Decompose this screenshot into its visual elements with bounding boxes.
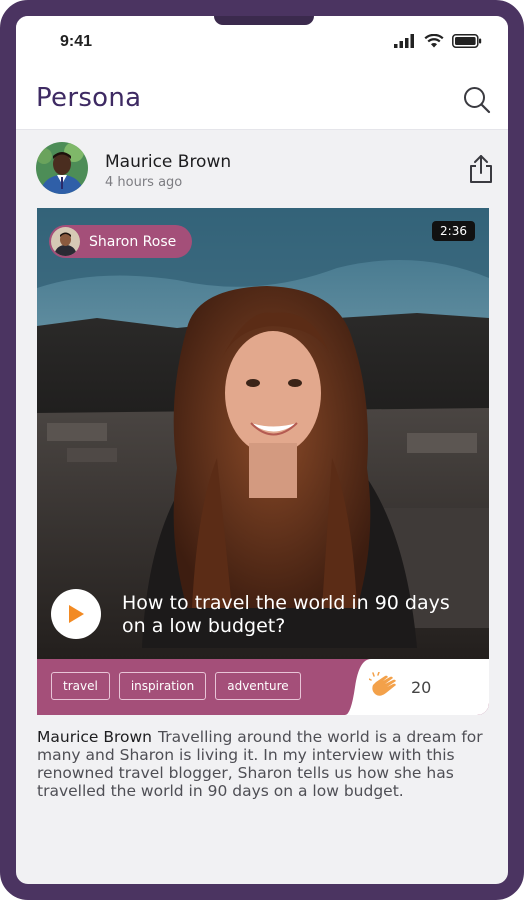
wifi-icon xyxy=(424,34,444,48)
author-avatar[interactable] xyxy=(36,142,88,194)
app-header: Persona xyxy=(16,71,508,130)
tag-inspiration[interactable]: inspiration xyxy=(118,672,207,700)
post-description: Maurice Brown Travelling around the world… xyxy=(37,728,497,800)
video-duration: 2:36 xyxy=(432,221,475,241)
video-card[interactable]: Sharon Rose 2:36 How to travel the world… xyxy=(37,208,489,659)
guest-pill[interactable]: Sharon Rose xyxy=(49,225,193,258)
guest-avatar xyxy=(51,227,80,256)
tag-travel[interactable]: travel xyxy=(51,672,110,700)
tag-adventure[interactable]: adventure xyxy=(215,672,301,700)
post-time: 4 hours ago xyxy=(105,175,183,190)
search-icon[interactable] xyxy=(462,85,492,115)
video-title: How to travel the world in 90 days on a … xyxy=(122,592,450,637)
clap-icon[interactable] xyxy=(369,672,399,702)
play-icon xyxy=(69,605,84,623)
status-bar: 9:41 xyxy=(16,16,508,71)
status-time: 9:41 xyxy=(60,33,93,50)
clap-area: 20 xyxy=(345,659,489,715)
tag-list: travel inspiration adventure xyxy=(51,672,301,700)
phone-frame: 9:41 Persona Maurice Brown 4 hours ago S… xyxy=(0,0,524,900)
status-icons xyxy=(394,34,482,48)
guest-name: Sharon Rose xyxy=(89,233,177,250)
author-name[interactable]: Maurice Brown xyxy=(105,152,231,172)
tag-bar: travel inspiration adventure 20 xyxy=(37,659,489,715)
app-logo: Persona xyxy=(36,83,142,113)
phone-notch xyxy=(214,16,314,25)
share-icon[interactable] xyxy=(468,154,494,184)
post-header: Maurice Brown 4 hours ago xyxy=(16,130,508,210)
description-author[interactable]: Maurice Brown xyxy=(37,728,152,746)
battery-icon xyxy=(452,34,482,48)
clap-count: 20 xyxy=(411,678,432,697)
signal-icon xyxy=(394,34,414,48)
play-button[interactable] xyxy=(51,589,101,639)
